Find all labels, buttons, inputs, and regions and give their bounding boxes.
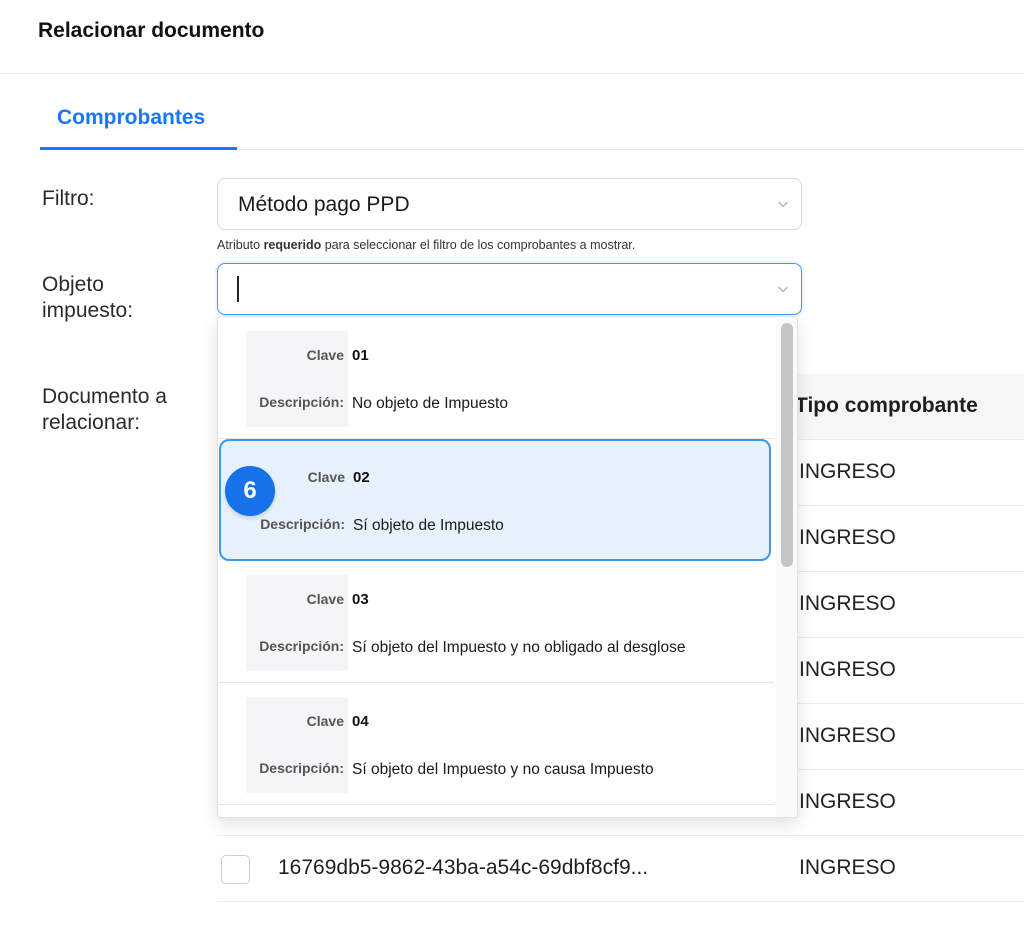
dropdown-option-02[interactable]: Clave Descripción: 02 Sí objeto de Impue… xyxy=(219,439,771,561)
objeto-impuesto-select[interactable] xyxy=(217,263,802,315)
dropdown-option-04[interactable]: Clave Descripción: 04 Sí objeto del Impu… xyxy=(218,683,774,805)
key-descripcion: Descripción: xyxy=(259,760,344,776)
cell-tipo: INGRESO xyxy=(799,592,896,615)
step-number-badge: 6 xyxy=(225,466,275,516)
filtro-select[interactable]: Método pago PPD xyxy=(217,178,802,230)
key-clave: Clave xyxy=(306,591,344,607)
option-keys: Clave Descripción: xyxy=(246,331,348,427)
table-row[interactable]: 16769db5-9862-43ba-a54c-69dbf8cf9... ING… xyxy=(217,836,1024,902)
cell-tipo: INGRESO xyxy=(799,856,896,879)
chevron-down-icon xyxy=(775,196,791,212)
option-keys: Clave Descripción: xyxy=(246,575,348,671)
key-clave: Clave xyxy=(306,347,344,363)
option-descripcion: Sí objeto del Impuesto y no obligado al … xyxy=(352,639,686,656)
objeto-impuesto-label: Objeto impuesto: xyxy=(42,273,134,322)
option-clave: 03 xyxy=(352,591,369,608)
option-clave: 04 xyxy=(352,713,369,730)
dropdown-option-03[interactable]: Clave Descripción: 03 Sí objeto del Impu… xyxy=(218,561,774,683)
key-clave: Clave xyxy=(306,713,344,729)
option-clave: 01 xyxy=(352,347,369,364)
key-clave: Clave xyxy=(307,469,345,485)
dropdown-option-01[interactable]: Clave Descripción: 01 No objeto de Impue… xyxy=(218,317,774,439)
chevron-down-icon xyxy=(775,281,791,297)
filtro-select-value: Método pago PPD xyxy=(238,193,410,216)
cell-tipo: INGRESO xyxy=(799,790,896,813)
cell-tipo: INGRESO xyxy=(799,460,896,483)
option-descripcion: No objeto de Impuesto xyxy=(352,395,508,412)
tab-comprobantes-label: Comprobantes xyxy=(57,106,206,129)
dialog-title: Relacionar documento xyxy=(38,19,265,42)
dialog-header: Relacionar documento xyxy=(0,0,1024,74)
key-descripcion: Descripción: xyxy=(260,516,345,532)
cell-tipo: INGRESO xyxy=(799,658,896,681)
tab-comprobantes[interactable]: Comprobantes xyxy=(40,96,237,150)
option-descripcion: Sí objeto de Impuesto xyxy=(353,517,504,534)
option-descripcion: Sí objeto del Impuesto y no causa Impues… xyxy=(352,761,654,778)
header-tipo-comprobante: Tipo comprobante xyxy=(795,394,978,417)
tab-bar: Comprobantes xyxy=(40,96,1024,150)
dropdown-scrollbar-thumb[interactable] xyxy=(781,323,793,567)
filtro-label: Filtro: xyxy=(42,187,95,210)
row-checkbox[interactable] xyxy=(221,855,250,884)
filtro-helper-text: Atributo requerido para seleccionar el f… xyxy=(217,238,636,252)
cell-uuid: 16769db5-9862-43ba-a54c-69dbf8cf9... xyxy=(278,856,649,879)
cell-tipo: INGRESO xyxy=(799,526,896,549)
option-clave: 02 xyxy=(353,469,370,486)
option-keys: Clave Descripción: xyxy=(246,697,348,793)
cell-tipo: INGRESO xyxy=(799,724,896,747)
key-descripcion: Descripción: xyxy=(259,394,344,410)
key-descripcion: Descripción: xyxy=(259,638,344,654)
objeto-impuesto-dropdown: Clave Descripción: 01 No objeto de Impue… xyxy=(217,316,798,818)
text-cursor xyxy=(237,276,239,302)
documento-label: Documento a relacionar: xyxy=(42,385,167,434)
